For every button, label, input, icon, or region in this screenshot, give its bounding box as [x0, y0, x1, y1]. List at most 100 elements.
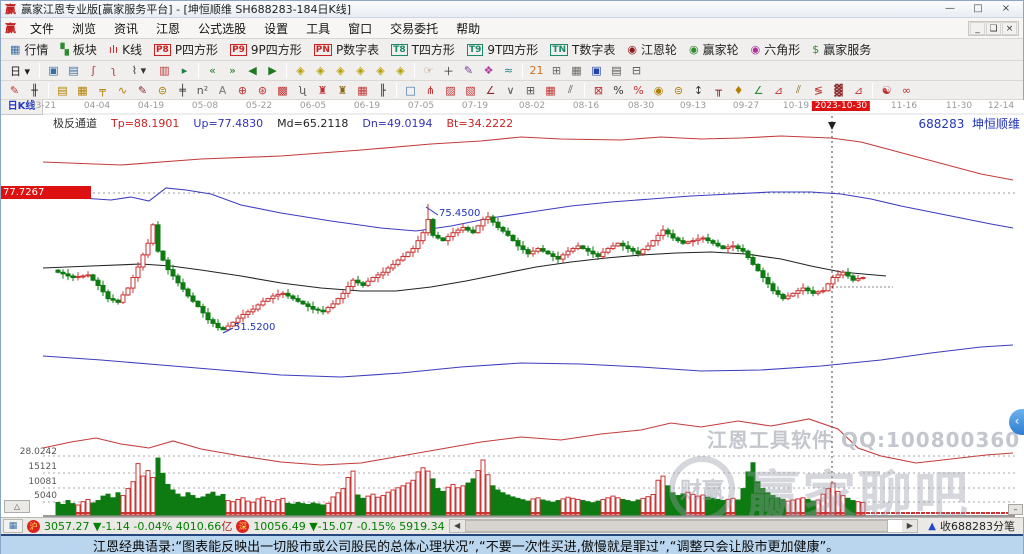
tool-icon-button[interactable]: ⊠	[589, 82, 608, 99]
chart-area[interactable]: 日K线 03-21 04-04 04-19 05-08 05-22 06-05 06-19 0…	[1, 100, 1024, 517]
toolbar-button[interactable]: P8 P四方形	[149, 40, 223, 59]
toolbar-button[interactable]: $ 赢家服务	[807, 40, 876, 59]
menu-item[interactable]: 江恩	[147, 18, 189, 39]
tool-icon-button[interactable]: ∠	[481, 82, 500, 99]
toolbar-button[interactable]: ılı K线	[104, 40, 147, 59]
tool-icon-button[interactable]: ⊜	[153, 82, 172, 99]
volume-pane-button[interactable]: –	[1008, 504, 1023, 515]
tool-icon-button[interactable]: ʅ	[104, 62, 123, 79]
tool-icon-button[interactable]: ▨	[441, 82, 460, 99]
menu-item[interactable]: 窗口	[339, 18, 381, 39]
toolbar-button[interactable]: T9 9T四方形	[462, 40, 543, 59]
tool-icon-button[interactable]: ⊛	[253, 82, 272, 99]
tool-icon-button[interactable]: ∞	[897, 82, 916, 99]
tool-icon-button[interactable]: ▓	[829, 82, 848, 99]
tool-icon-button[interactable]: ☯	[877, 82, 896, 99]
tool-icon-button[interactable]: ＋	[439, 62, 458, 79]
tool-icon-button[interactable]: ∠	[749, 82, 768, 99]
tool-icon-button[interactable]: ∨	[501, 82, 520, 99]
tool-icon-button[interactable]: ▤	[64, 62, 83, 79]
menu-item[interactable]: 工具	[297, 18, 339, 39]
tool-icon-button[interactable]: ▦	[567, 62, 586, 79]
tool-icon-button[interactable]: ✎	[133, 82, 152, 99]
tool-icon-button[interactable]: ⫽	[789, 82, 808, 99]
tool-icon-button[interactable]: ⊕	[233, 82, 252, 99]
tool-icon-button[interactable]: ╪	[173, 82, 192, 99]
tool-icon-button[interactable]: ╤	[93, 82, 112, 99]
menu-item[interactable]: 帮助	[447, 18, 489, 39]
maximize-button[interactable]: □	[965, 2, 991, 16]
tool-icon-button[interactable]: ▤	[53, 82, 72, 99]
tool-icon-button[interactable]: ✎	[459, 62, 478, 79]
tool-icon-button[interactable]: ◈	[311, 62, 330, 79]
tool-icon-button[interactable]: 21	[527, 62, 546, 79]
tool-icon-button[interactable]: ⊞	[547, 62, 566, 79]
tool-icon-button[interactable]: ⋔	[421, 82, 440, 99]
scrollbar-thumb[interactable]	[464, 520, 889, 532]
tool-icon-button[interactable]: ╥	[709, 82, 728, 99]
toolbar-button[interactable]: ◉ 江恩轮	[622, 40, 682, 59]
menu-item[interactable]: 设置	[255, 18, 297, 39]
toolbar-button[interactable]: P9 9P四方形	[225, 40, 307, 59]
pane-toggle-button[interactable]: △	[4, 500, 30, 513]
menu-item[interactable]: 公式选股	[189, 18, 255, 39]
tool-icon-button[interactable]: ◈	[351, 62, 370, 79]
tool-icon-button[interactable]: ◈	[291, 62, 310, 79]
tool-icon-button[interactable]: ⊿	[769, 82, 788, 99]
mdi-restore-button[interactable]: ❏	[986, 21, 1001, 35]
tool-icon-button[interactable]: ▤	[607, 62, 626, 79]
tool-icon-button[interactable]: ◈	[371, 62, 390, 79]
tool-icon-button[interactable]: ∿	[113, 82, 132, 99]
tick-data-tab[interactable]: ▲ 收688283分笔	[922, 518, 1021, 534]
menu-item[interactable]: 交易委托	[381, 18, 447, 39]
tool-icon-button[interactable]: ↕	[689, 82, 708, 99]
tool-icon-button[interactable]: ◈	[331, 62, 350, 79]
toolbar-button[interactable]: PN P数字表	[309, 40, 384, 59]
tool-icon-button[interactable]: ⊟	[627, 62, 646, 79]
tool-icon-button[interactable]: A	[213, 82, 232, 99]
grid-view-button[interactable]: ▦	[3, 519, 23, 533]
tool-icon-button[interactable]: ▥	[155, 62, 174, 79]
tool-icon-button[interactable]: »	[223, 62, 242, 79]
tool-icon-button[interactable]: ▣	[44, 62, 63, 79]
minimize-button[interactable]: —	[937, 2, 963, 16]
mdi-close-button[interactable]: ×	[1002, 21, 1017, 35]
tool-icon-button[interactable]: ▶	[263, 62, 282, 79]
menu-item[interactable]: 资讯	[105, 18, 147, 39]
toolbar-button[interactable]: ▚ 板块	[55, 40, 101, 59]
toolbar-button[interactable]: ▦ 行情	[5, 40, 53, 59]
tool-icon-button[interactable]: ▣	[587, 62, 606, 79]
tool-icon-button[interactable]: ☞	[419, 62, 438, 79]
menu-item[interactable]: 文件	[21, 18, 63, 39]
tool-icon-button[interactable]: ʃ	[84, 62, 103, 79]
toolbar-button[interactable]: ◉ 六角形	[746, 40, 806, 59]
tool-icon-button[interactable]: 日 ▾	[5, 62, 35, 79]
tool-icon-button[interactable]: ▦	[353, 82, 372, 99]
tool-icon-button[interactable]: ⊜	[669, 82, 688, 99]
tool-icon-button[interactable]: ♜	[333, 82, 352, 99]
tool-icon-button[interactable]: ◈	[391, 62, 410, 79]
mdi-minimize-button[interactable]: _	[970, 21, 985, 35]
tool-icon-button[interactable]: ▦	[73, 82, 92, 99]
toolbar-button[interactable]: T8 T四方形	[386, 40, 460, 59]
toolbar-button[interactable]: TN T数字表	[545, 40, 620, 59]
tool-icon-button[interactable]: ʯ	[293, 82, 312, 99]
tool-icon-button[interactable]: ⫽	[561, 82, 580, 99]
tool-icon-button[interactable]: ▸	[175, 62, 194, 79]
tool-icon-button[interactable]: %	[629, 82, 648, 99]
tool-icon-button[interactable]: %	[609, 82, 628, 99]
scroll-left-arrow[interactable]: ◀	[449, 520, 465, 532]
tool-icon-button[interactable]: ▦	[541, 82, 560, 99]
tool-icon-button[interactable]: ╫	[25, 82, 44, 99]
tool-icon-button[interactable]: ⊿	[849, 82, 868, 99]
tool-icon-button[interactable]: ◉	[649, 82, 668, 99]
toolbar-button[interactable]: ◉ 赢家轮	[684, 40, 744, 59]
tool-icon-button[interactable]: ≈	[499, 62, 518, 79]
tool-icon-button[interactable]: ♜	[313, 82, 332, 99]
tool-icon-button[interactable]: ≶	[809, 82, 828, 99]
tool-icon-button[interactable]: ♦	[729, 82, 748, 99]
tool-icon-button[interactable]: ⊞	[521, 82, 540, 99]
tool-icon-button[interactable]: «	[203, 62, 222, 79]
tool-icon-button[interactable]: ◀	[243, 62, 262, 79]
tool-icon-button[interactable]: ▩	[273, 82, 292, 99]
